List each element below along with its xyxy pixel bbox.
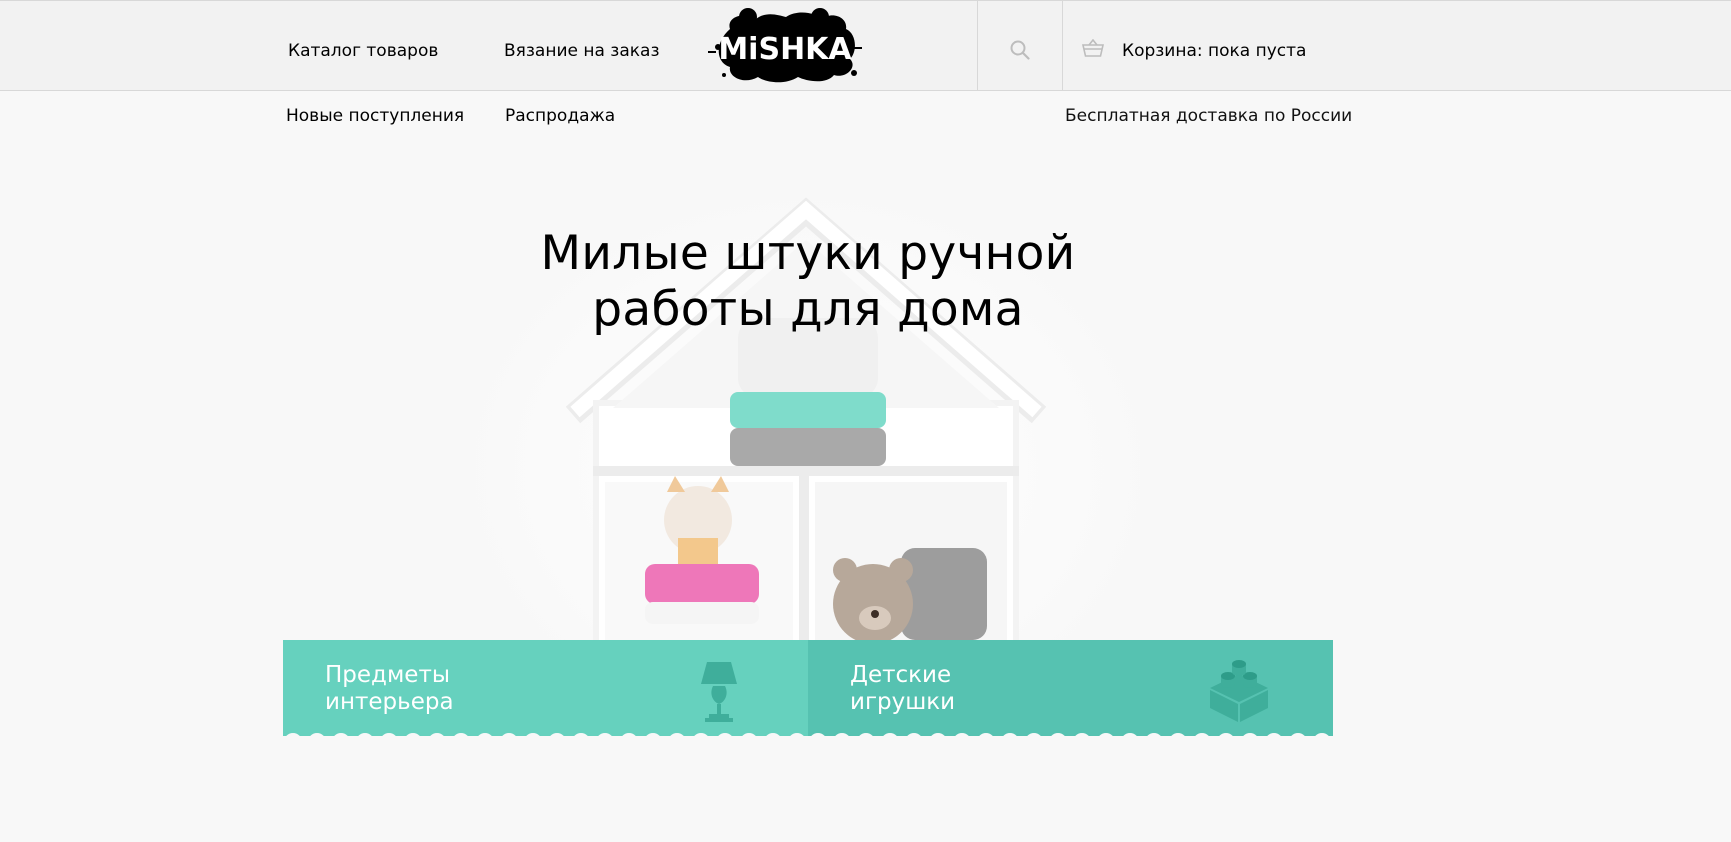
scallop-edge bbox=[283, 733, 808, 742]
hero-banner: Милые штуки ручной работы для дома bbox=[283, 140, 1333, 640]
hero-image bbox=[448, 150, 1168, 640]
basket-icon bbox=[1082, 39, 1104, 57]
category-toys-label: Детские игрушки bbox=[850, 662, 956, 715]
hero-title-line-1: Милые штуки ручной bbox=[540, 226, 1076, 281]
nav-catalog-link[interactable]: Каталог товаров bbox=[288, 41, 438, 61]
category-interior-link[interactable]: Предметы интерьера bbox=[283, 640, 808, 742]
logo-text: MiSHKA bbox=[718, 32, 852, 67]
site-header: Каталог товаров Вязание на заказ MiSHKA … bbox=[0, 0, 1731, 91]
search-icon bbox=[1010, 40, 1030, 60]
lamp-icon bbox=[701, 662, 737, 722]
hero-title: Милые штуки ручной работы для дома bbox=[283, 226, 1333, 338]
nav-knitting-link[interactable]: Вязание на заказ bbox=[504, 41, 660, 61]
nav-new-arrivals-link[interactable]: Новые поступления bbox=[286, 106, 464, 126]
free-delivery-note: Бесплатная доставка по России bbox=[1065, 106, 1353, 126]
category-toys-link[interactable]: Детские игрушки bbox=[808, 640, 1333, 742]
scallop-edge bbox=[808, 733, 1333, 742]
hero-title-line-2: работы для дома bbox=[592, 282, 1024, 337]
search-button[interactable] bbox=[977, 1, 1063, 91]
logo-image: MiSHKA bbox=[708, 8, 862, 83]
category-interior-label: Предметы интерьера bbox=[325, 662, 454, 715]
lego-brick-icon bbox=[1210, 660, 1268, 722]
nav-sale-link[interactable]: Распродажа bbox=[505, 106, 615, 126]
site-logo[interactable]: MiSHKA bbox=[708, 7, 862, 87]
cart-status-label: Корзина: пока пуста bbox=[1122, 41, 1307, 61]
category-panels: Предметы интерьера Детские игрушки bbox=[283, 640, 1333, 742]
